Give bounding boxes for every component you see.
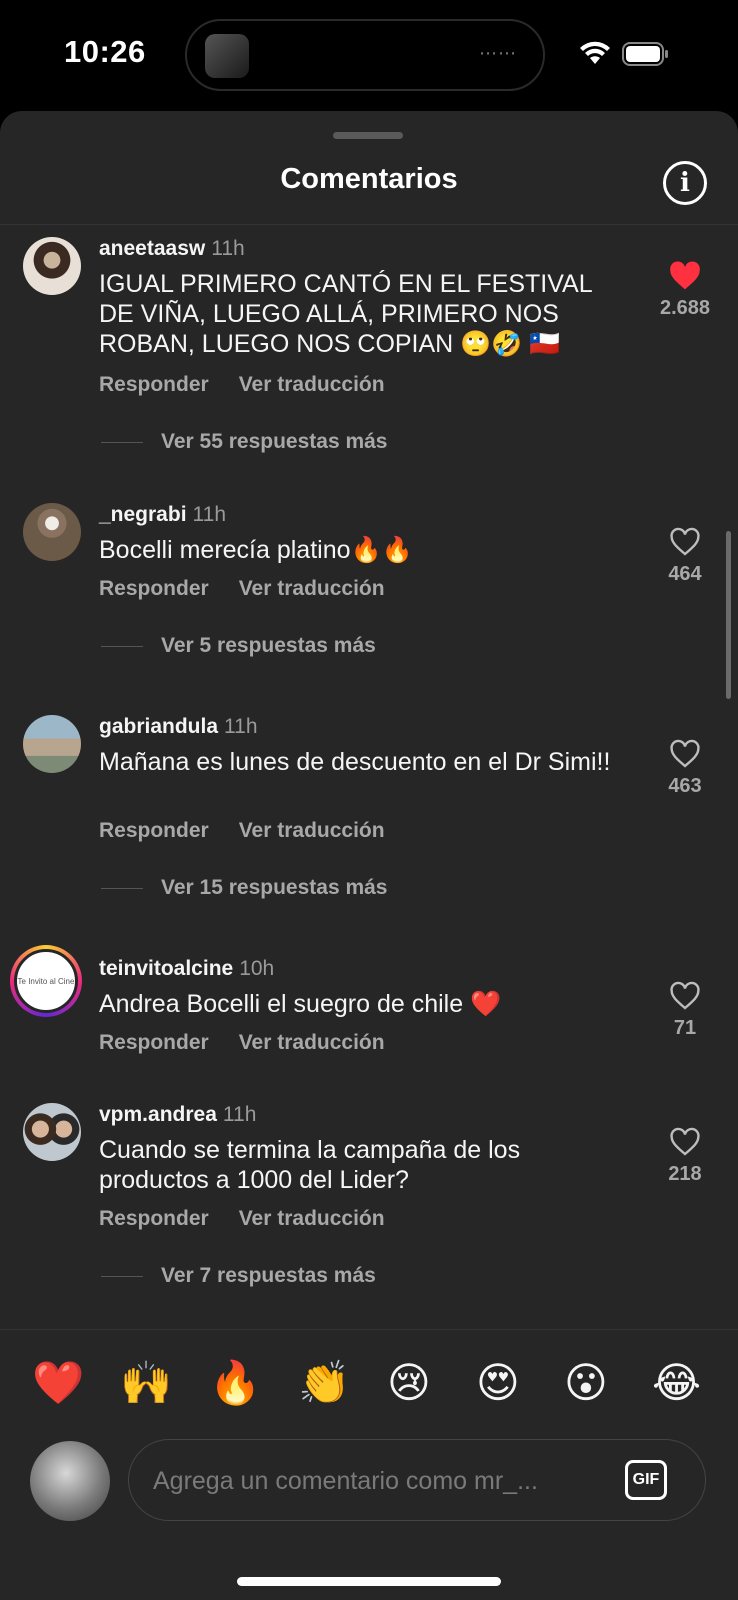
avatar[interactable]: [23, 715, 81, 773]
dynamic-island[interactable]: ⋯⋯: [185, 19, 545, 91]
like-button[interactable]: 218: [640, 1127, 730, 1186]
story-avatar[interactable]: Te Invito al Cine: [10, 945, 82, 1017]
reaction-surprised[interactable]: 😮: [564, 1358, 608, 1408]
status-bar: 10:26 ⋯⋯: [0, 0, 738, 112]
like-button[interactable]: 71: [640, 981, 730, 1040]
comment-username[interactable]: aneetaasw: [99, 237, 205, 260]
view-replies-label: Ver 55 respuestas más: [161, 430, 388, 453]
comment-time: 11h: [222, 1103, 257, 1126]
view-replies-button[interactable]: Ver 7 respuestas más: [101, 1264, 376, 1288]
translate-button[interactable]: Ver traducción: [239, 819, 385, 842]
replies-divider: [101, 1275, 143, 1277]
gif-button[interactable]: GIF: [625, 1460, 667, 1500]
heart-outline-icon: [670, 1127, 700, 1156]
translate-button[interactable]: Ver traducción: [239, 1031, 385, 1054]
reply-button[interactable]: Responder: [99, 1031, 209, 1054]
replies-divider: [101, 887, 143, 889]
like-count: 2.688: [659, 297, 711, 319]
battery-icon: [622, 42, 668, 66]
like-count: 463: [668, 775, 702, 797]
header-divider: [0, 224, 738, 225]
quick-reaction-bar: ❤️ 🙌 🔥 👏 😢 😍 😮 😂: [0, 1329, 738, 1429]
like-button[interactable]: 464: [640, 527, 730, 586]
view-replies-label: Ver 7 respuestas más: [161, 1264, 376, 1287]
comments-sheet: Comentarios i aneetaasw 11h IGUAL PRIMERO…: [0, 111, 738, 1600]
like-count: 218: [668, 1163, 702, 1185]
view-replies-button[interactable]: Ver 15 respuestas más: [101, 876, 388, 900]
avatar[interactable]: [23, 237, 81, 295]
comment-username[interactable]: teinvitoalcine: [99, 957, 233, 980]
clock: 10:26: [64, 34, 146, 69]
reaction-crying[interactable]: 😢: [387, 1358, 431, 1408]
heart-outline-icon: [670, 739, 700, 768]
like-button[interactable]: 2.688: [640, 261, 730, 320]
info-icon[interactable]: i: [663, 161, 707, 205]
reaction-clap[interactable]: 👏: [298, 1358, 350, 1408]
comment-time: 11h: [211, 237, 245, 260]
sheet-title: Comentarios: [280, 163, 458, 195]
wifi-icon: [580, 41, 610, 64]
comment-time: 10h: [239, 957, 275, 980]
comment-text: Mañana es lunes de descuento en el Dr Si…: [99, 748, 611, 776]
reaction-laughing[interactable]: 😂: [652, 1358, 701, 1408]
now-playing-thumbnail: [205, 34, 249, 78]
avatar[interactable]: [23, 503, 81, 561]
comment-input[interactable]: [151, 1462, 581, 1500]
reaction-heart[interactable]: ❤️: [32, 1358, 84, 1408]
view-replies-label: Ver 5 respuestas más: [161, 634, 376, 657]
comment-text: Bocelli merecía platino🔥🔥: [99, 536, 413, 564]
translate-button[interactable]: Ver traducción: [239, 577, 385, 600]
home-indicator[interactable]: [237, 1577, 501, 1586]
comment-username[interactable]: _negrabi: [99, 503, 187, 526]
audio-waveform-icon: ⋯⋯: [479, 43, 517, 63]
view-replies-label: Ver 15 respuestas más: [161, 876, 388, 899]
view-replies-button[interactable]: Ver 5 respuestas más: [101, 634, 376, 658]
heart-outline-icon: [670, 527, 700, 556]
heart-outline-icon: [670, 981, 700, 1010]
translate-button[interactable]: Ver traducción: [239, 1207, 385, 1230]
reaction-heart-eyes[interactable]: 😍: [476, 1358, 520, 1408]
sheet-grabber[interactable]: [333, 132, 403, 139]
avatar[interactable]: [23, 1103, 81, 1161]
comment-time: 11h: [224, 715, 258, 738]
reaction-fire[interactable]: 🔥: [209, 1358, 261, 1408]
comment-username[interactable]: gabriandula: [99, 715, 218, 738]
like-count: 71: [673, 1017, 697, 1039]
reply-button[interactable]: Responder: [99, 373, 209, 396]
current-user-avatar[interactable]: [30, 1441, 110, 1521]
avatar-logo: Te Invito al Cine: [14, 949, 78, 1013]
replies-divider: [101, 645, 143, 647]
comment-text: Andrea Bocelli el suegro de chile ❤️: [99, 990, 502, 1018]
reply-button[interactable]: Responder: [99, 819, 209, 842]
reply-button[interactable]: Responder: [99, 1207, 209, 1230]
like-count: 464: [668, 563, 702, 585]
reply-button[interactable]: Responder: [99, 577, 209, 600]
view-replies-button[interactable]: Ver 55 respuestas más: [101, 430, 388, 454]
like-button[interactable]: 463: [640, 739, 730, 798]
comment-text: Cuando se termina la campaña de los prod…: [99, 1136, 521, 1194]
comment-composer: GIF: [128, 1439, 706, 1521]
comment-time: 11h: [192, 503, 227, 526]
replies-divider: [101, 441, 143, 443]
heart-filled-icon: [670, 261, 700, 290]
translate-button[interactable]: Ver traducción: [239, 373, 385, 396]
reaction-raised-hands[interactable]: 🙌: [120, 1358, 172, 1408]
comment-text: IGUAL PRIMERO CANTÓ EN EL FESTIVAL DE VI…: [99, 270, 592, 358]
comment-username[interactable]: vpm.andrea: [99, 1103, 217, 1126]
